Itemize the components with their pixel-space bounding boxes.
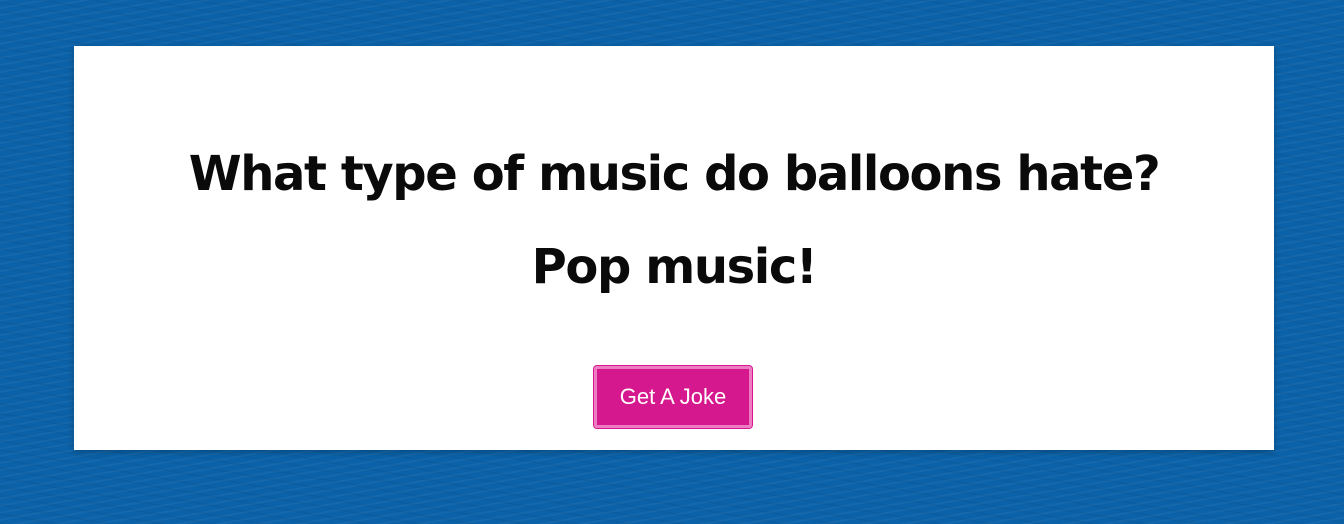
joke-punchline: Pop music!: [531, 239, 818, 295]
get-joke-button[interactable]: Get A Joke: [593, 365, 753, 429]
joke-setup: What type of music do balloons hate?: [188, 146, 1161, 202]
joke-card: What type of music do balloons hate? Pop…: [74, 46, 1274, 450]
